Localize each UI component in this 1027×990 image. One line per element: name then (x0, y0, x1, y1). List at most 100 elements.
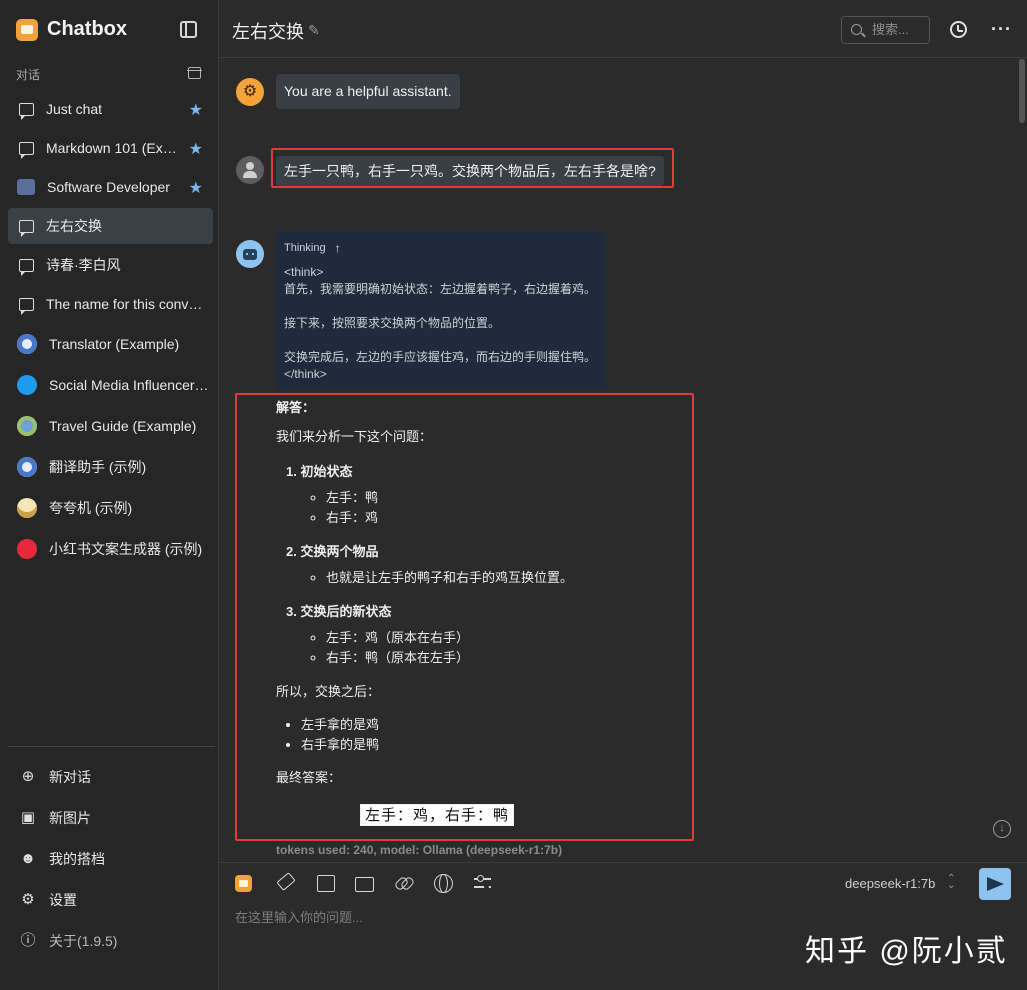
info-icon: ⓘ (20, 931, 36, 949)
conversation-item[interactable]: 诗春·李白风 (8, 247, 213, 283)
step-list: 左手：鸭 右手：鸡 (326, 488, 686, 528)
conversation-label: Social Media Influencer (Example) (49, 377, 212, 393)
thinking-panel: Thinking ↑ <think> 首先，我需要明确初始状态：左边握着鸭子，右… (276, 231, 606, 389)
my-copilots-button[interactable]: ☻ 我的搭档 (8, 838, 213, 879)
translator-avatar-icon (17, 457, 37, 477)
scrollbar[interactable] (1019, 59, 1025, 862)
sidebar-actions: ⊕ 新对话 ▣ 新图片 ☻ 我的搭档 ⚙ 设置 ⓘ 关于(1.9.5) (8, 756, 213, 961)
chevron-updown-icon[interactable]: ⌃ ⌄ (947, 874, 955, 891)
plus-circle-icon: ⊕ (21, 767, 35, 785)
conversation-item[interactable]: Translator (Example) (8, 325, 213, 363)
archive-icon[interactable] (187, 67, 202, 79)
new-chat-button[interactable]: ⊕ 新对话 (8, 756, 213, 797)
scrollbar-thumb[interactable] (1019, 59, 1025, 123)
conversation-item[interactable]: Markdown 101 (Example) ★ (8, 130, 213, 166)
collapse-sidebar-icon[interactable] (180, 21, 197, 38)
conversation-label: Just chat (46, 101, 103, 117)
step-item: 也就是让左手的鸭子和右手的鸡互换位置。 (326, 568, 686, 588)
conversation-item[interactable]: Travel Guide (Example) (8, 407, 213, 445)
translator-avatar-icon (17, 334, 37, 354)
conversation-label: Software Developer (47, 179, 170, 195)
chat-bubble-icon (19, 297, 34, 315)
twitter-avatar-icon (17, 375, 37, 395)
new-image-label: 新图片 (49, 809, 91, 826)
chatbox-logo-icon (16, 18, 38, 41)
settings-button[interactable]: ⚙ 设置 (8, 879, 213, 920)
thinking-text: <think> 首先，我需要明确初始状态：左边握着鸭子，右边握着鸡。 接下来，按… (284, 265, 597, 381)
sliders-icon[interactable] (473, 873, 493, 893)
step-item: 左手：鸡（原本在右手） (326, 628, 686, 648)
search-input[interactable] (872, 22, 926, 37)
search-box[interactable] (841, 16, 930, 44)
more-options-icon[interactable]: ··· (991, 19, 1012, 40)
about-label: 关于(1.9.5) (49, 932, 118, 949)
link-icon[interactable] (394, 873, 414, 893)
chat-bubble-icon (19, 141, 34, 159)
conversation-label: Translator (Example) (49, 336, 180, 352)
conversation-item[interactable]: 小红书文案生成器 (示例) (8, 530, 213, 568)
system-message: You are a helpful assistant. (276, 74, 460, 109)
conversation-label: 小红书文案生成器 (示例) (49, 541, 203, 557)
send-button[interactable] (979, 868, 1011, 900)
conversations-section-label: 对话 (16, 68, 41, 82)
user-avatar-icon (236, 156, 264, 184)
image-icon[interactable] (315, 873, 335, 893)
copilot-picker-icon[interactable] (235, 875, 252, 892)
answer-heading: 解答： (276, 400, 316, 415)
chat-title: 左右交换 (232, 22, 304, 42)
conversation-label: 诗春·李白风 (46, 257, 121, 273)
history-icon[interactable] (950, 21, 967, 38)
conversation-label: Markdown 101 (Example) (46, 140, 181, 156)
conversation-list: Just chat ★ Markdown 101 (Example) ★ Sof… (8, 91, 213, 571)
step-item: 左手：鸭 (326, 488, 686, 508)
step-title: 1. 初始状态 (286, 464, 353, 479)
eraser-icon[interactable] (275, 873, 295, 893)
my-copilots-label: 我的搭档 (49, 850, 105, 867)
chat-bubble-icon (19, 102, 34, 120)
step-title: 2. 交换两个物品 (286, 544, 379, 559)
sidebar: Chatbox 对话 Just chat ★ Markdown 101 (Exa… (0, 0, 219, 990)
chat-bubble-icon (19, 219, 34, 237)
new-image-button[interactable]: ▣ 新图片 (8, 797, 213, 838)
step-list: 左手：鸡（原本在右手） 右手：鸭（原本在左手） (326, 628, 686, 668)
thinking-toggle[interactable]: Thinking ↑ (284, 241, 598, 255)
message-list: ⚙ You are a helpful assistant. 左手一只鸭，右手一… (220, 59, 1027, 862)
highlight-box-question (271, 148, 674, 188)
scroll-down-icon[interactable]: ↓ (993, 820, 1011, 838)
system-avatar-icon: ⚙ (236, 78, 264, 106)
conversation-item[interactable]: Software Developer ★ (8, 169, 213, 205)
developer-avatar-icon (17, 179, 35, 195)
new-chat-label: 新对话 (49, 768, 91, 785)
message-input[interactable] (235, 907, 795, 931)
step-item: 右手：鸭（原本在左手） (326, 648, 686, 668)
final-answer-label: 最终答案： (276, 770, 342, 785)
conversation-item[interactable]: 翻译助手 (示例) (8, 448, 213, 486)
star-icon[interactable]: ★ (189, 139, 203, 159)
star-icon[interactable]: ★ (189, 100, 203, 120)
cheer-avatar-icon (17, 498, 37, 518)
step-item: 右手：鸡 (326, 508, 686, 528)
folder-icon[interactable] (354, 873, 374, 893)
answer-so-after: 所以，交换之后： (276, 684, 381, 699)
conversation-item[interactable]: Social Media Influencer (Example) (8, 366, 213, 404)
watermark: 知乎 @阮小贰 (805, 935, 1008, 968)
star-icon[interactable]: ★ (189, 178, 203, 198)
chat-bubble-icon (19, 258, 34, 276)
summary-item: 左手拿的是鸡 (301, 715, 686, 735)
conversation-item-active[interactable]: 左右交换 (8, 208, 213, 244)
conversation-item[interactable]: The name for this conversation (8, 286, 213, 322)
chat-header: 左右交换 ✎ ··· (220, 0, 1027, 58)
step-list: 也就是让左手的鸭子和右手的鸡互换位置。 (326, 568, 686, 588)
web-search-icon[interactable] (433, 873, 453, 893)
model-selector[interactable]: deepseek-r1:7b (845, 876, 935, 891)
brand: Chatbox (16, 18, 127, 41)
edit-title-icon[interactable]: ✎ (308, 22, 320, 39)
about-button[interactable]: ⓘ 关于(1.9.5) (8, 920, 213, 961)
add-image-icon: ▣ (20, 808, 36, 826)
summary-item: 右手拿的是鸭 (301, 735, 686, 755)
conversation-item[interactable]: Just chat ★ (8, 91, 213, 127)
conversation-item[interactable]: 夸夸机 (示例) (8, 489, 213, 527)
thinking-label: Thinking (284, 242, 326, 254)
summary-list: 左手拿的是鸡 右手拿的是鸭 (301, 715, 686, 755)
final-answer-row: 左手：鸡，右手：鸭 (276, 804, 686, 826)
